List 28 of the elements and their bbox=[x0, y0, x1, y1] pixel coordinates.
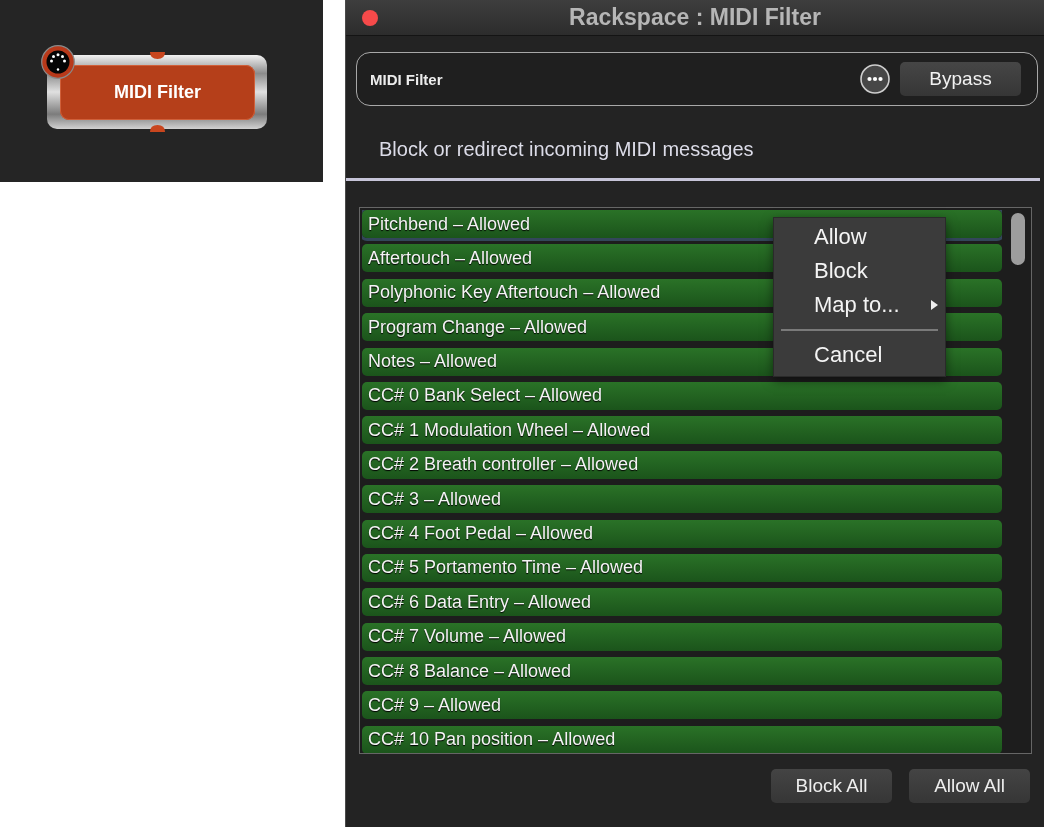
filter-row[interactable]: CC# 7 Volume – Allowed bbox=[362, 622, 1002, 651]
filter-row[interactable]: CC# 3 – Allowed bbox=[362, 485, 1002, 514]
window-title: Rackspace : MIDI Filter bbox=[569, 4, 821, 31]
plugin-block[interactable]: MIDI Filter bbox=[47, 55, 267, 129]
socket-icon bbox=[41, 45, 75, 79]
description-text: Block or redirect incoming MIDI messages bbox=[379, 137, 754, 161]
plugin-name: MIDI Filter bbox=[370, 70, 444, 88]
more-button[interactable] bbox=[860, 64, 890, 94]
filter-row[interactable]: CC# 6 Data Entry – Allowed bbox=[362, 588, 1002, 617]
bypass-button[interactable]: Bypass bbox=[900, 62, 1021, 96]
close-button[interactable] bbox=[362, 9, 378, 26]
filter-row[interactable]: CC# 1 Modulation Wheel – Allowed bbox=[362, 416, 1002, 445]
footer-button[interactable]: Block All bbox=[771, 769, 892, 803]
filter-row[interactable]: CC# 5 Portamento Time – Allowed bbox=[362, 553, 1002, 582]
filter-row[interactable]: CC# 0 Bank Select – Allowed bbox=[362, 381, 1002, 410]
filter-row[interactable]: CC# 9 – Allowed bbox=[362, 691, 1002, 720]
scrollbar-thumb[interactable] bbox=[1011, 213, 1025, 265]
pin-icon bbox=[150, 125, 165, 132]
filter-row[interactable]: CC# 2 Breath controller – Allowed bbox=[362, 450, 1002, 479]
pin-icon bbox=[150, 52, 165, 59]
close-icon bbox=[362, 9, 378, 26]
plugin-title: MIDI Filter bbox=[114, 82, 201, 103]
filter-row[interactable]: CC# 8 Balance – Allowed bbox=[362, 657, 1002, 686]
submenu-arrow-icon bbox=[931, 300, 938, 310]
more-icon bbox=[860, 64, 890, 94]
footer-button[interactable]: Allow All bbox=[909, 769, 1030, 803]
filter-row[interactable]: CC# 10 Pan position – Allowed bbox=[362, 725, 1002, 753]
filter-row[interactable]: CC# 4 Foot Pedal – Allowed bbox=[362, 519, 1002, 548]
